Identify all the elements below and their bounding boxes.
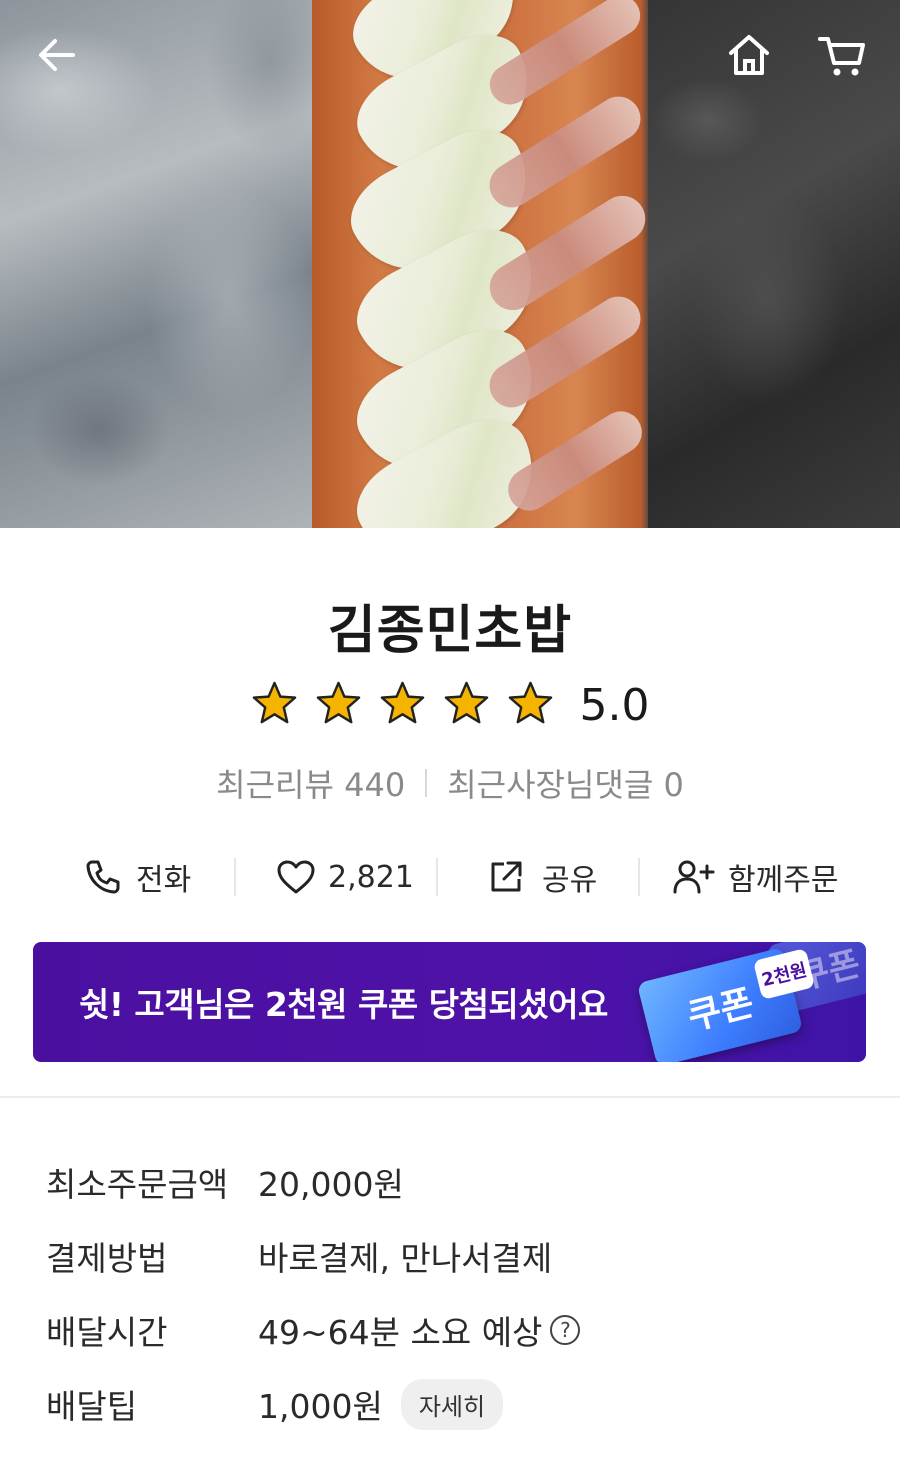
divider xyxy=(436,858,438,896)
group-order-label: 함께주문 xyxy=(728,863,839,898)
like-button[interactable]: 2,821 xyxy=(276,848,414,906)
heart-icon xyxy=(276,859,316,895)
cart-icon xyxy=(817,31,867,83)
home-button[interactable] xyxy=(722,30,776,84)
divider xyxy=(234,858,236,896)
min-order-row: 최소주문금액 20,000원 xyxy=(46,1156,404,1208)
payment-value: 바로결제, 만나서결제 xyxy=(258,1239,553,1278)
star-icon xyxy=(315,680,362,731)
share-label: 공유 xyxy=(542,863,598,898)
delivery-time-row: 배달시간 49~64분 소요 예상 ? xyxy=(46,1304,581,1356)
add-user-icon xyxy=(672,858,716,896)
star-icon xyxy=(507,680,554,731)
recent-reviews-link[interactable]: 최근리뷰 440 xyxy=(216,760,405,806)
banner-text: 쉿! 고객님은 2천원 쿠폰 당첨되셨어요 xyxy=(79,985,608,1024)
star-rating xyxy=(251,680,554,731)
help-icon[interactable]: ? xyxy=(550,1315,581,1345)
delivery-time-value-wrap: 49~64분 소요 예상 ? xyxy=(258,1306,581,1354)
delivery-tip-detail-button[interactable]: 자세히 xyxy=(400,1378,504,1430)
rating-row: 5.0 xyxy=(0,680,900,731)
like-count: 2,821 xyxy=(328,859,414,895)
call-button[interactable]: 전화 xyxy=(84,848,191,906)
section-divider xyxy=(0,1096,900,1098)
divider xyxy=(425,769,428,797)
coupon-banner[interactable]: 쉿! 고객님은 2천원 쿠폰 당첨되셨어요 쿠폰 쿠폰 2천원 xyxy=(33,942,866,1062)
delivery-tip-row: 배달팁 1,000원 자세히 xyxy=(46,1378,504,1430)
rating-value: 5.0 xyxy=(579,680,650,731)
delivery-tip-value-wrap: 1,000원 자세히 xyxy=(258,1378,504,1430)
store-name: 김종민초밥 xyxy=(327,601,573,661)
owner-replies-link[interactable]: 최근사장님댓글 0 xyxy=(447,760,684,806)
call-label: 전화 xyxy=(136,863,192,898)
back-arrow-icon xyxy=(35,33,79,81)
payment-label: 결제방법 xyxy=(46,1239,168,1278)
min-order-value: 20,000원 xyxy=(258,1165,404,1204)
share-icon xyxy=(488,859,524,895)
star-icon xyxy=(251,680,298,731)
divider xyxy=(638,858,640,896)
review-summary: 최근리뷰 440 최근사장님댓글 0 xyxy=(0,760,900,806)
delivery-tip-label: 배달팁 xyxy=(46,1387,138,1426)
share-button[interactable]: 공유 xyxy=(488,848,597,906)
payment-row: 결제방법 바로결제, 만나서결제 xyxy=(46,1230,552,1282)
delivery-time-label: 배달시간 xyxy=(46,1313,168,1352)
action-bar: 전화 2,821 공유 함께주문 xyxy=(0,848,900,906)
delivery-tip-value: 1,000원 xyxy=(258,1387,383,1426)
store-hero-image xyxy=(0,0,900,528)
cart-button[interactable] xyxy=(815,30,869,84)
star-icon xyxy=(379,680,426,731)
group-order-button[interactable]: 함께주문 xyxy=(672,848,838,906)
phone-icon xyxy=(84,858,122,896)
back-button[interactable] xyxy=(30,30,84,84)
home-icon xyxy=(725,31,773,83)
min-order-label: 최소주문금액 xyxy=(46,1165,229,1204)
star-icon xyxy=(443,680,490,731)
delivery-time-value: 49~64분 소요 예상 xyxy=(258,1313,543,1352)
